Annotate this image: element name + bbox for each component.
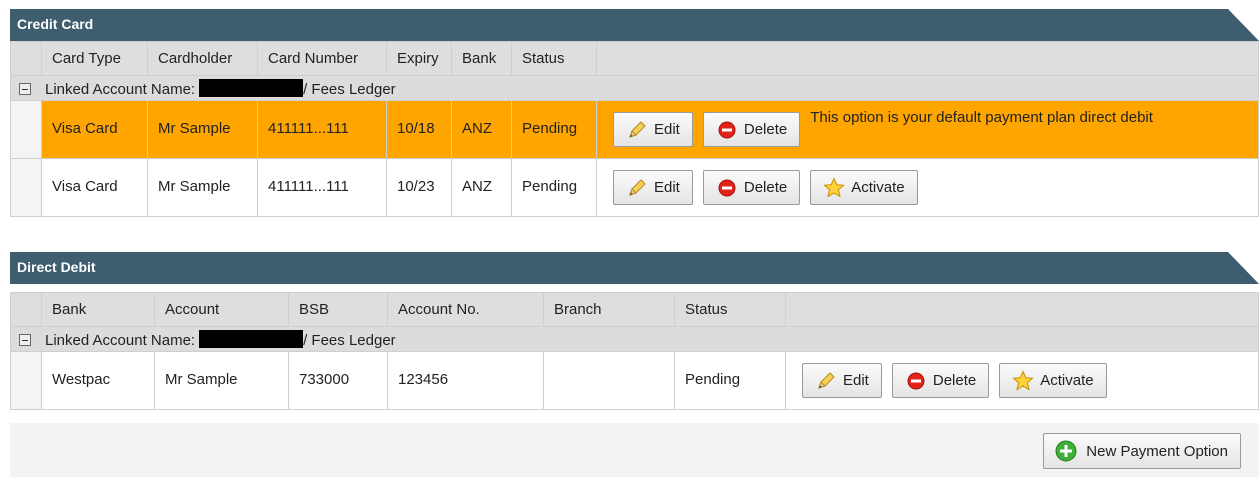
edit-button[interactable]: Edit bbox=[802, 363, 882, 398]
star-icon bbox=[1012, 369, 1034, 392]
new-payment-option-button[interactable]: New Payment Option bbox=[1043, 433, 1241, 469]
collapse-icon[interactable] bbox=[19, 334, 31, 346]
column-header[interactable]: Bank bbox=[451, 41, 512, 76]
redacted-name bbox=[199, 79, 304, 97]
new-payment-option-label: New Payment Option bbox=[1086, 442, 1228, 460]
delete-label: Delete bbox=[743, 179, 788, 196]
pencil-icon bbox=[815, 370, 837, 392]
delete-button[interactable]: Delete bbox=[702, 112, 801, 147]
column-header[interactable]: Card Type bbox=[41, 41, 148, 76]
status-cell: Pending bbox=[511, 158, 597, 217]
delete-icon bbox=[905, 370, 927, 392]
activate-label: Activate bbox=[1040, 372, 1094, 389]
card-number-cell: 411111...111 bbox=[257, 100, 387, 159]
bank-cell: ANZ bbox=[451, 100, 512, 159]
credit-card-title: Credit Card bbox=[17, 16, 94, 32]
delete-button[interactable]: Delete bbox=[891, 363, 990, 398]
account-cell: Mr Sample bbox=[154, 351, 289, 410]
column-header[interactable]: Cardholder bbox=[147, 41, 258, 76]
edit-label: Edit bbox=[843, 372, 869, 389]
branch-cell bbox=[543, 351, 675, 410]
collapse-icon[interactable] bbox=[19, 83, 31, 95]
status-cell: Pending bbox=[511, 100, 597, 159]
footer-bar: New Payment Option bbox=[10, 423, 1259, 477]
redacted-name bbox=[199, 330, 304, 348]
expiry-cell: 10/23 bbox=[386, 158, 452, 217]
cardholder-cell: Mr Sample bbox=[147, 158, 258, 217]
edit-button[interactable]: Edit bbox=[613, 170, 693, 205]
table-header-row: Bank Account BSB Account No. Branch Stat… bbox=[10, 292, 1259, 327]
group-suffix: / Fees Ledger bbox=[303, 332, 396, 349]
column-header[interactable]: Status bbox=[511, 41, 597, 76]
table-header-row: Card Type Cardholder Card Number Expiry … bbox=[10, 41, 1259, 76]
activate-button[interactable]: Activate bbox=[810, 170, 918, 205]
group-label: Linked Account Name: bbox=[45, 81, 196, 98]
edit-button[interactable]: Edit bbox=[613, 112, 693, 147]
group-label: Linked Account Name: bbox=[45, 332, 196, 349]
column-header[interactable]: BSB bbox=[288, 292, 388, 327]
activate-button[interactable]: Activate bbox=[999, 363, 1107, 398]
activate-label: Activate bbox=[851, 179, 905, 196]
direct-debit-title: Direct Debit bbox=[17, 259, 96, 275]
expiry-cell: 10/18 bbox=[386, 100, 452, 159]
card-type-cell: Visa Card bbox=[41, 100, 148, 159]
direct-debit-header: Direct Debit bbox=[10, 252, 1259, 284]
delete-button[interactable]: Delete bbox=[702, 170, 801, 205]
pencil-icon bbox=[626, 119, 648, 141]
credit-card-header: Credit Card bbox=[10, 9, 1259, 41]
column-header[interactable]: Status bbox=[674, 292, 786, 327]
group-row: Linked Account Name: / Fees Ledger bbox=[10, 75, 1259, 101]
group-suffix: / Fees Ledger bbox=[303, 81, 396, 98]
card-type-cell: Visa Card bbox=[41, 158, 148, 217]
column-header[interactable]: Card Number bbox=[257, 41, 387, 76]
bsb-cell: 733000 bbox=[288, 351, 388, 410]
table-row[interactable]: Westpac Mr Sample 733000 123456 Pending … bbox=[10, 351, 1259, 410]
column-header[interactable]: Bank bbox=[41, 292, 155, 327]
card-number-cell: 411111...111 bbox=[257, 158, 387, 217]
bank-cell: Westpac bbox=[41, 351, 155, 410]
account-no-cell: 123456 bbox=[387, 351, 544, 410]
delete-label: Delete bbox=[743, 121, 788, 138]
delete-icon bbox=[716, 177, 738, 199]
column-header[interactable]: Account bbox=[154, 292, 289, 327]
plus-icon bbox=[1054, 439, 1078, 463]
column-header[interactable]: Branch bbox=[543, 292, 675, 327]
delete-icon bbox=[716, 119, 738, 141]
credit-card-table: Card Type Cardholder Card Number Expiry … bbox=[10, 41, 1259, 217]
edit-label: Edit bbox=[654, 179, 680, 196]
default-option-note: This option is your default payment plan… bbox=[810, 109, 1153, 126]
table-row[interactable]: Visa Card Mr Sample 411111...111 10/23 A… bbox=[10, 158, 1259, 217]
column-header[interactable]: Expiry bbox=[386, 41, 452, 76]
edit-label: Edit bbox=[654, 121, 680, 138]
group-row: Linked Account Name: / Fees Ledger bbox=[10, 326, 1259, 352]
cardholder-cell: Mr Sample bbox=[147, 100, 258, 159]
column-header[interactable]: Account No. bbox=[387, 292, 544, 327]
direct-debit-table: Bank Account BSB Account No. Branch Stat… bbox=[10, 292, 1259, 410]
delete-label: Delete bbox=[932, 372, 977, 389]
status-cell: Pending bbox=[674, 351, 786, 410]
bank-cell: ANZ bbox=[451, 158, 512, 217]
table-row[interactable]: Visa Card Mr Sample 411111...111 10/18 A… bbox=[10, 100, 1259, 159]
pencil-icon bbox=[626, 177, 648, 199]
star-icon bbox=[823, 176, 845, 199]
